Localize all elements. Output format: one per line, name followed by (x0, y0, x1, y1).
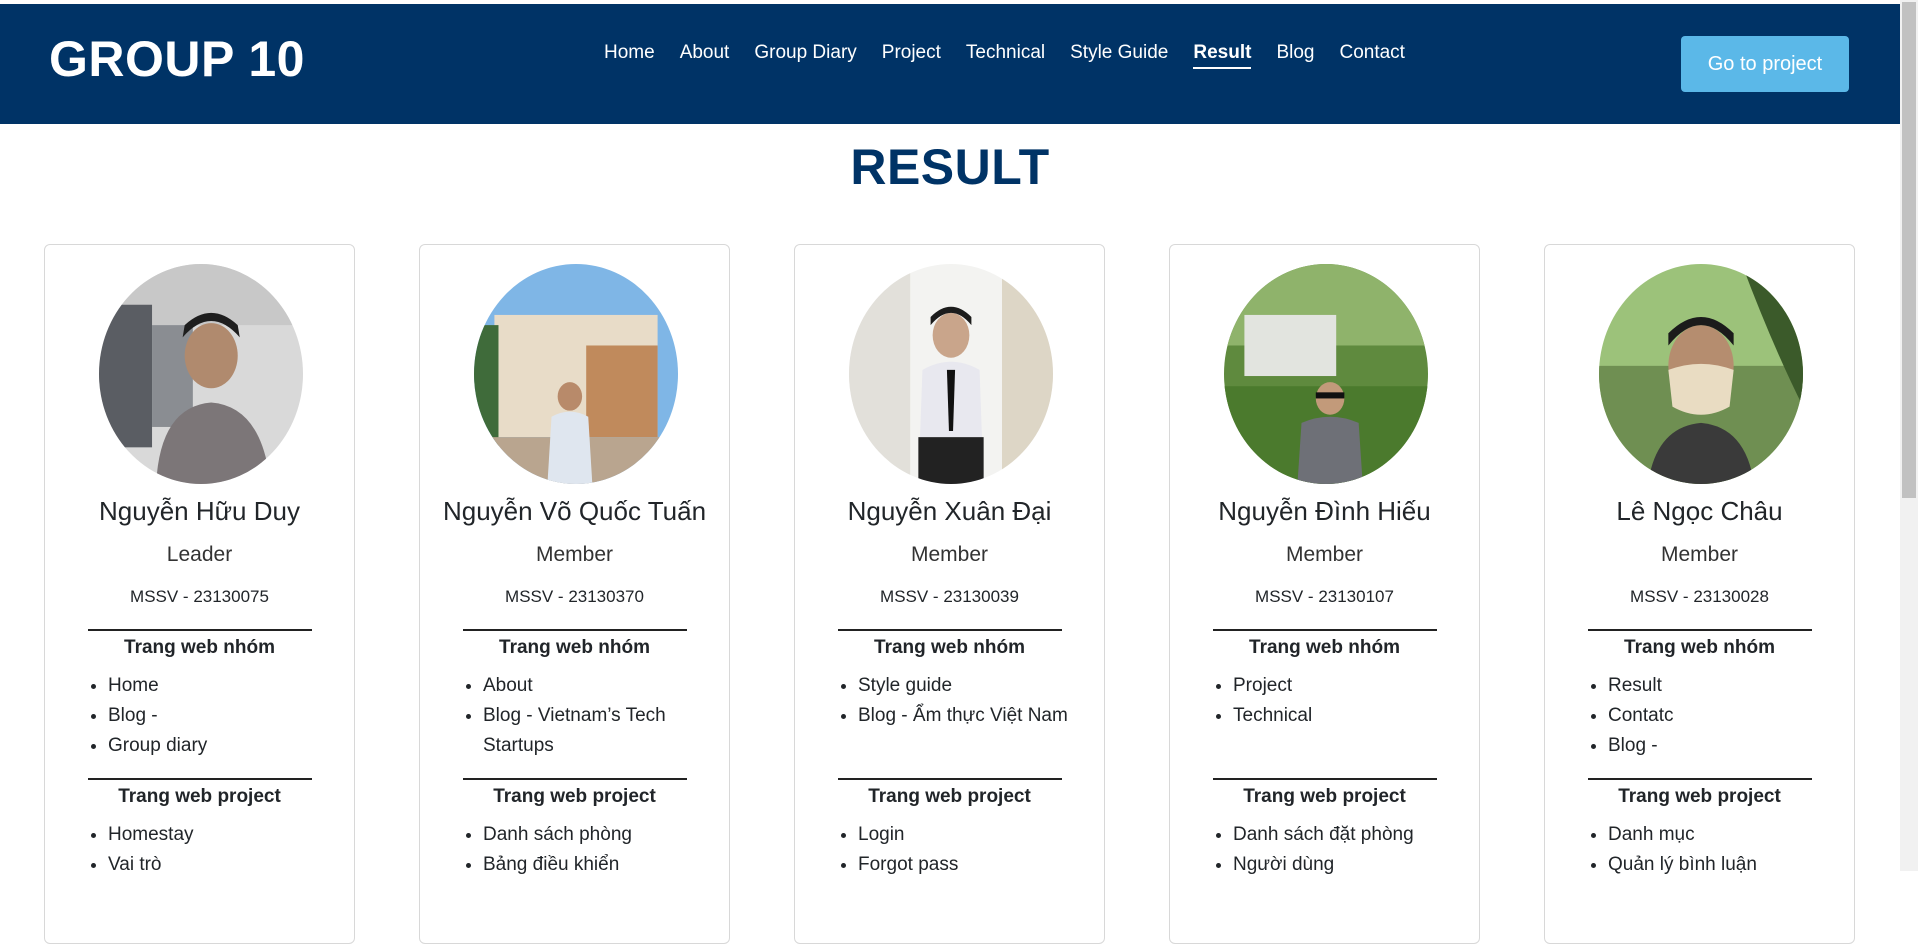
member-photo (99, 264, 303, 484)
avatar (1224, 264, 1428, 484)
member-role: Leader (166, 543, 233, 566)
list-item: Forgot pass (858, 850, 1108, 880)
member-role: Member (1660, 543, 1739, 566)
nav-link-style-guide[interactable]: Style Guide (1070, 42, 1168, 69)
list-item: Danh mục (1608, 820, 1858, 850)
group-site-list: About Blog - Vietnam’s Tech Startups (460, 671, 733, 761)
member-student-id: MSSV - 23130039 (880, 587, 1019, 606)
brand-logo[interactable]: GROUP 10 (49, 30, 305, 88)
member-card: Nguyễn Hữu Duy Leader MSSV - 23130075 Tr… (44, 244, 355, 944)
group-site-heading: Trang web nhóm (874, 637, 1025, 658)
member-card: Nguyễn Võ Quốc Tuấn Member MSSV - 231303… (419, 244, 730, 944)
divider (88, 778, 312, 780)
divider (838, 629, 1062, 631)
project-site-list: Login Forgot pass (835, 820, 1108, 880)
project-site-list: Danh mục Quản lý bình luận (1585, 820, 1858, 880)
group-site-list: Home Blog - Group diary (85, 671, 358, 761)
list-item: Bảng điều khiển (483, 850, 733, 880)
list-item: Người dùng (1233, 850, 1483, 880)
nav-link-technical[interactable]: Technical (966, 42, 1045, 69)
list-item: Quản lý bình luận (1608, 850, 1858, 880)
nav-link-project[interactable]: Project (882, 42, 941, 69)
divider (1588, 778, 1812, 780)
project-site-heading: Trang web project (118, 786, 281, 807)
navbar: GROUP 10 Home About Group Diary Project … (0, 4, 1900, 124)
member-student-id: MSSV - 23130028 (1630, 587, 1769, 606)
page-scrollbar[interactable] (1900, 0, 1918, 871)
project-site-heading: Trang web project (868, 786, 1031, 807)
list-item: Vai trò (108, 850, 358, 880)
member-card: Nguyễn Đình Hiếu Member MSSV - 23130107 … (1169, 244, 1480, 944)
divider (88, 629, 312, 631)
member-student-id: MSSV - 23130075 (130, 587, 269, 606)
group-site-heading: Trang web nhóm (1249, 637, 1400, 658)
list-item: Homestay (108, 820, 358, 850)
member-role: Member (910, 543, 989, 566)
list-item: Project (1233, 671, 1483, 701)
list-item: Blog - (108, 701, 358, 731)
member-card: Lê Ngọc Châu Member MSSV - 23130028 Tran… (1544, 244, 1855, 944)
member-role: Member (535, 543, 614, 566)
member-photo (474, 264, 678, 484)
member-photo (1224, 264, 1428, 484)
member-name: Nguyễn Hữu Duy (99, 496, 300, 526)
member-name: Lê Ngọc Châu (1616, 496, 1783, 526)
nav-link-group-diary[interactable]: Group Diary (754, 42, 856, 69)
member-name: Nguyễn Võ Quốc Tuấn (442, 496, 707, 526)
list-item: Contatc (1608, 701, 1858, 731)
main-nav: Home About Group Diary Project Technical… (604, 42, 1430, 69)
group-site-list: Project Technical (1210, 671, 1483, 731)
list-item: Danh sách phòng (483, 820, 733, 850)
group-site-heading: Trang web nhóm (124, 637, 275, 658)
project-site-list: Homestay Vai trò (85, 820, 358, 880)
list-item: Group diary (108, 731, 358, 761)
list-item: Blog - (1608, 731, 1858, 761)
avatar (849, 264, 1053, 484)
nav-link-about[interactable]: About (680, 42, 730, 69)
member-role: Member (1285, 543, 1364, 566)
project-site-heading: Trang web project (1618, 786, 1781, 807)
member-student-id: MSSV - 23130370 (505, 587, 644, 606)
divider (463, 629, 687, 631)
group-site-heading: Trang web nhóm (1624, 637, 1775, 658)
go-to-project-button[interactable]: Go to project (1681, 36, 1849, 92)
project-site-list: Danh sách đặt phòng Người dùng (1210, 820, 1483, 880)
group-site-list: Result Contatc Blog - (1585, 671, 1858, 761)
list-item: Login (858, 820, 1108, 850)
list-item: Result (1608, 671, 1858, 701)
member-card: Nguyễn Xuân Đại Member MSSV - 23130039 T… (794, 244, 1105, 944)
group-site-list: Style guide Blog - Ẩm thực Việt Nam (835, 671, 1108, 731)
group-site-heading: Trang web nhóm (499, 637, 650, 658)
project-site-heading: Trang web project (1243, 786, 1406, 807)
avatar (1599, 264, 1803, 484)
list-item: Style guide (858, 671, 1108, 701)
member-photo (849, 264, 1053, 484)
nav-link-result[interactable]: Result (1193, 42, 1252, 69)
nav-link-blog[interactable]: Blog (1276, 42, 1314, 69)
avatar (99, 264, 303, 484)
member-name: Nguyễn Xuân Đại (847, 496, 1052, 526)
list-item: Blog - Vietnam’s Tech Startups (483, 701, 733, 761)
nav-link-contact[interactable]: Contact (1339, 42, 1404, 69)
divider (1588, 629, 1812, 631)
list-item: Danh sách đặt phòng (1233, 820, 1483, 850)
member-student-id: MSSV - 23130107 (1255, 587, 1394, 606)
member-name: Nguyễn Đình Hiếu (1218, 496, 1431, 526)
divider (463, 778, 687, 780)
page-title: RESULT (850, 139, 1050, 195)
divider (1213, 778, 1437, 780)
list-item: About (483, 671, 733, 701)
scrollbar-thumb[interactable] (1902, 2, 1916, 498)
divider (1213, 629, 1437, 631)
divider (838, 778, 1062, 780)
project-site-heading: Trang web project (493, 786, 656, 807)
list-item: Home (108, 671, 358, 701)
list-item: Blog - Ẩm thực Việt Nam (858, 701, 1108, 731)
nav-link-home[interactable]: Home (604, 42, 655, 69)
list-item: Technical (1233, 701, 1483, 731)
avatar (474, 264, 678, 484)
member-photo (1599, 264, 1803, 484)
project-site-list: Danh sách phòng Bảng điều khiển (460, 820, 733, 880)
